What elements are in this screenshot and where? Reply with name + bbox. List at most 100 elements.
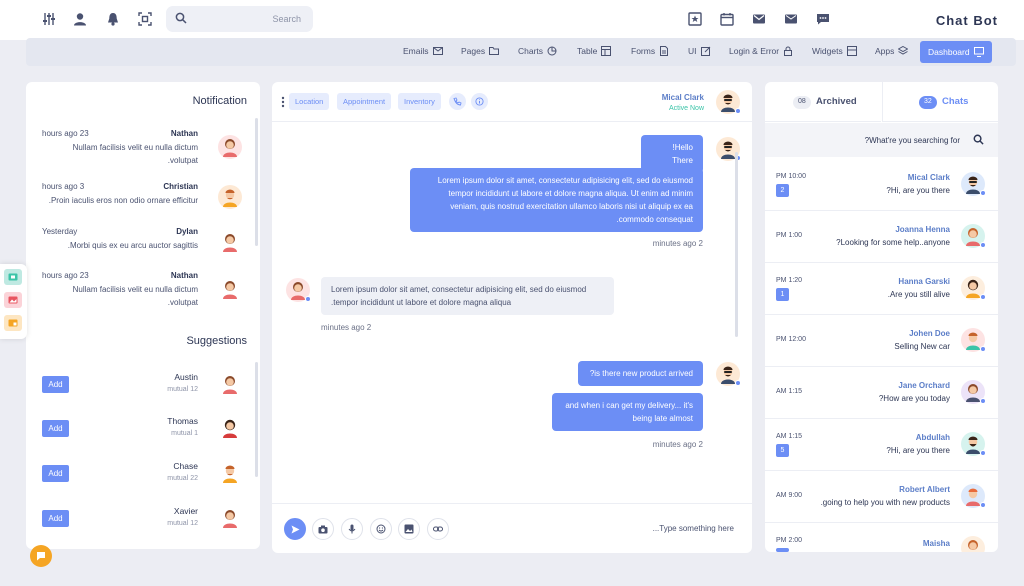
chat-list-item[interactable]: PM 1:20 1 Hanna Garski .Are you still al…	[765, 263, 998, 315]
chat-name: Abdullah	[915, 433, 950, 442]
gallery-icon[interactable]	[4, 292, 22, 308]
user-icon[interactable]	[73, 12, 87, 26]
menu-table[interactable]: Table	[577, 46, 612, 56]
menu-emails[interactable]: Emails	[403, 46, 443, 56]
edit-icon	[700, 46, 710, 56]
menu-ui[interactable]: UI	[688, 46, 711, 56]
menu-label: UI	[688, 46, 697, 56]
chat-search-input[interactable]: ?What're you searching for	[865, 136, 960, 145]
camera-button[interactable]	[312, 518, 334, 540]
chat-icon[interactable]	[816, 12, 830, 26]
avatar	[218, 230, 242, 254]
microphone-button[interactable]	[341, 518, 363, 540]
chat-preview: ?Looking for some help..anyone	[836, 238, 950, 247]
notification-text: Nullam facilisis velit eu nulla dictum .…	[72, 143, 198, 165]
sliders-icon[interactable]	[42, 12, 56, 26]
info-icon[interactable]	[471, 93, 488, 110]
menu-apps[interactable]: Apps	[875, 45, 909, 56]
quick-action-button[interactable]	[30, 545, 52, 567]
chat-list-item[interactable]: PM 10:00 2 Mical Clark ?Hi, are you ther…	[765, 159, 998, 211]
link-button[interactable]	[427, 518, 449, 540]
theme-icon[interactable]	[4, 269, 22, 285]
link-icon	[433, 526, 443, 532]
layout-icon[interactable]	[4, 315, 22, 331]
search-icon[interactable]	[973, 134, 984, 147]
chip-appointment[interactable]: Appointment	[337, 93, 392, 110]
notification-time: hours ago 23	[42, 271, 89, 280]
tab-archived[interactable]: 08 Archived	[765, 82, 881, 122]
message-time: minutes ago 2	[652, 440, 703, 449]
chat-list-item[interactable]: AM 1:15 5 Abdullah ?Hi, are you there	[765, 419, 998, 471]
more-vertical-icon[interactable]	[281, 96, 285, 110]
star-icon[interactable]	[688, 12, 702, 26]
notification-name: Nathan	[170, 129, 198, 138]
suggestion-item: Add Xavier mutual 12	[42, 506, 242, 536]
notification-scrollbar[interactable]	[255, 118, 258, 246]
suggestion-item: Add Austin mutual 12	[42, 372, 242, 402]
menu-forms[interactable]: Forms	[631, 46, 669, 56]
avatar	[286, 278, 311, 302]
main-menu: Emails Pages Charts Table Forms UI Login…	[26, 38, 1016, 66]
avatar	[218, 135, 242, 159]
suggestion-mutual: mutual 12	[167, 386, 198, 393]
menu-login-error[interactable]: Login & Error	[729, 46, 793, 56]
menu-label: Emails	[403, 46, 429, 56]
send-button[interactable]	[284, 518, 306, 540]
online-indicator	[305, 296, 311, 302]
menu-pages[interactable]: Pages	[461, 46, 500, 56]
phone-icon[interactable]	[449, 93, 466, 110]
menu-widgets[interactable]: Widgets	[812, 46, 857, 56]
avatar	[961, 276, 986, 300]
notification-text: Nullam facilisis velit eu nulla dictum .…	[72, 285, 198, 307]
chip-location[interactable]: Location	[289, 93, 330, 110]
chat-list-item[interactable]: PM 1:00 Joanna Henna ?Looking for some h…	[765, 211, 998, 263]
chat-contact-name: Mical Clark	[661, 93, 704, 102]
avatar	[716, 90, 741, 114]
chat-list-item[interactable]: PM 2:00 Maisha	[765, 523, 998, 552]
tab-chats[interactable]: 32 Chats	[882, 82, 998, 122]
add-button[interactable]: Add	[42, 510, 69, 527]
mail-check-icon[interactable]	[752, 12, 766, 26]
tab-label: Chats	[942, 96, 969, 107]
chat-preview: ?Hi, are you there	[886, 446, 950, 455]
message-input[interactable]: ...Type something here	[653, 524, 734, 533]
search-box[interactable]: Search	[166, 6, 313, 32]
chat-scrollbar[interactable]	[735, 152, 738, 337]
chat-preview: ?How are you today	[878, 394, 950, 403]
emoji-button[interactable]	[370, 518, 392, 540]
chip-inventory[interactable]: Inventory	[398, 93, 441, 110]
add-button[interactable]: Add	[42, 420, 69, 437]
menu-dashboard[interactable]: Dashboard	[920, 41, 992, 63]
notification-text: .Proin iaculis eros non odio ornare effi…	[48, 196, 198, 205]
add-button[interactable]: Add	[42, 376, 69, 393]
chat-header: Location Appointment Inventory Mical Cla…	[272, 82, 752, 122]
chat-list-item[interactable]: PM 12:00 Johen Doe Selling New car	[765, 315, 998, 367]
focus-icon[interactable]	[138, 12, 152, 26]
suggestion-item: Add Thomas mutual 1	[42, 416, 242, 446]
avatar	[961, 224, 986, 248]
online-indicator	[980, 450, 986, 456]
chat-search[interactable]: ?What're you searching for	[765, 123, 998, 157]
calendar-icon[interactable]	[720, 12, 734, 26]
chat-bubble-icon	[37, 552, 45, 561]
search-input[interactable]: Search	[272, 14, 301, 24]
avatar	[961, 536, 985, 552]
chat-composer: ...Type something here	[272, 503, 752, 553]
menu-label: Charts	[518, 46, 544, 56]
notification-name: Christian	[163, 182, 198, 191]
bell-icon[interactable]	[106, 12, 120, 26]
mail-icon[interactable]	[784, 12, 798, 26]
notification-text: .Morbi quis ex eu arcu auctor sagittis	[67, 241, 198, 250]
chat-list-item[interactable]: AM 1:15 Jane Orchard ?How are you today	[765, 367, 998, 419]
add-button[interactable]: Add	[42, 465, 69, 482]
chat-time: PM 10:00	[776, 173, 806, 180]
unread-badge	[776, 548, 789, 552]
smile-icon	[376, 524, 386, 534]
avatar	[218, 372, 242, 396]
image-button[interactable]	[398, 518, 420, 540]
chat-list-item[interactable]: AM 9:00 Robert Albert .going to help you…	[765, 471, 998, 523]
suggestion-scrollbar[interactable]	[255, 362, 258, 477]
microphone-icon	[348, 524, 356, 534]
menu-charts[interactable]: Charts	[518, 46, 557, 56]
image-icon	[404, 524, 414, 534]
